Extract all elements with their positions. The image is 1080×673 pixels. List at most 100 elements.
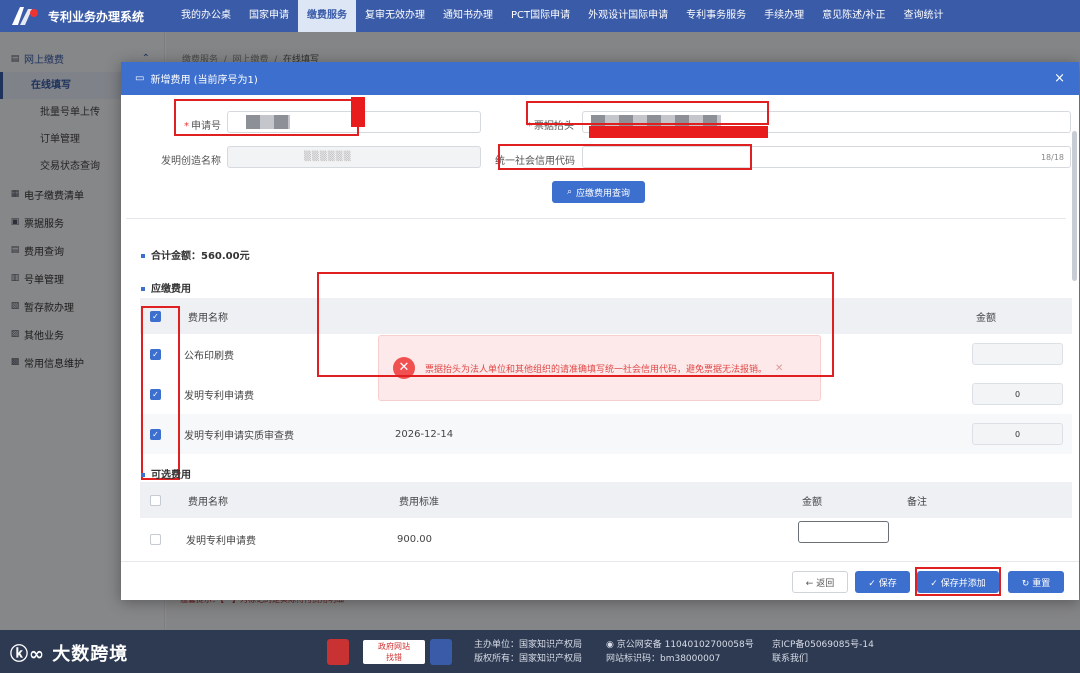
row-checkbox[interactable]: ✓	[150, 388, 161, 400]
bullet-icon	[141, 473, 145, 477]
app-title: 专利业务办理系统	[48, 9, 145, 24]
footer-contact-link[interactable]: 联系我们	[772, 652, 874, 666]
annotation-mark	[589, 126, 768, 138]
bullet-icon	[141, 254, 145, 258]
bullet-icon	[141, 287, 145, 291]
back-button[interactable]: ← 返回	[792, 571, 848, 593]
char-counter: 18/18	[1040, 152, 1064, 162]
fee-name: 发明专利申请实质审查费	[184, 430, 294, 442]
gov-site-badge[interactable]: 政府网站 找错	[363, 640, 425, 664]
invoice-title-label: * 票据抬头	[511, 117, 574, 132]
search-icon: ⌕	[566, 187, 573, 197]
table-row: ✓ 发明专利申请实质审查费 2026-12-14 0	[140, 414, 1072, 454]
nav-item[interactable]: 意见陈述/补正	[813, 0, 894, 32]
application-no-label: * 申请号	[161, 117, 221, 132]
table-header-row: ✓ 费用名称 金额	[140, 298, 1072, 334]
credit-code-label: 统一社会信用代码	[495, 156, 575, 167]
invention-name-input: ▒▒▒▒▒▒	[227, 146, 481, 168]
warning-toast: ✕ 票据抬头为法人单位和其他组织的请准确填写统一社会信用代码，避免票据无法报销。…	[378, 335, 821, 401]
footer: ⓚ∞ 大数跨境 政府网站 找错 主办单位：国家知识产权局 版权所有：国家知识产权局 …	[0, 630, 1080, 673]
required-fees-title: 应缴费用	[141, 280, 191, 295]
nav-item[interactable]: 缴费服务	[298, 0, 356, 32]
nav-item[interactable]: PCT国际申请	[502, 0, 579, 32]
fee-name: 发明专利申请费	[184, 390, 254, 402]
police-badge-icon: ◉	[606, 640, 614, 650]
credit-code-input[interactable]: 18/18	[582, 146, 1071, 168]
annotation-mark	[351, 97, 365, 127]
total-amount: 合计金额：560.00元	[141, 247, 250, 262]
watermark-text: 大数跨境	[52, 644, 129, 665]
fee-name: 发明专利申请费	[186, 535, 256, 547]
fee-due-date: 2026-12-14	[395, 428, 454, 440]
column-header-remark: 备注	[907, 496, 927, 508]
form-divider	[126, 218, 1066, 219]
application-no-label-text: 申请号	[191, 121, 221, 132]
footer-host-text: 主办单位：国家知识产权局	[474, 640, 583, 650]
fee-query-button[interactable]: ⌕ 应缴费用查询	[552, 181, 645, 203]
fee-standard: 900.00	[397, 533, 432, 545]
amount-input[interactable]: 0	[972, 423, 1063, 445]
save-and-add-button[interactable]: ✓ 保存并添加	[917, 571, 999, 593]
top-navigation-bar: 专利业务办理系统 我的办公桌 国家申请 缴费服务 复审无效办理 通知书办理 PCT国际申请…	[0, 0, 1080, 32]
total-amount-text: 合计金额：560.00元	[151, 251, 250, 262]
required-mark: *	[184, 121, 189, 132]
nav-item[interactable]: 手续办理	[755, 0, 813, 32]
nav-item[interactable]: 复审无效办理	[356, 0, 434, 32]
footer-police: ◉ 京公网安备 11040102700058号网站标识码：bm38000007	[606, 638, 754, 666]
footer-icp-text[interactable]: 京ICP备05069085号-14	[772, 638, 874, 652]
warning-message: 票据抬头为法人单位和其他组织的请准确填写统一社会信用代码，避免票据无法报销。	[425, 364, 768, 375]
nav-item[interactable]: 专利事务服务	[677, 0, 755, 32]
redacted-text	[246, 115, 290, 129]
footer-copyright: 版权所有：国家知识产权局	[474, 654, 583, 664]
gov-badge-subtext: 找错	[386, 653, 402, 662]
required-fees-title-text: 应缴费用	[151, 284, 191, 295]
select-all-checkbox[interactable]: ✓	[150, 310, 161, 322]
error-icon: ✕	[393, 357, 415, 379]
gov-badge-text: 政府网站	[378, 642, 410, 651]
table-row: 发明专利申请费 900.00	[140, 518, 1072, 560]
amount-input[interactable]	[972, 343, 1063, 365]
cnipa-logo-icon	[430, 639, 452, 665]
app-logo[interactable]: 专利业务办理系统	[0, 5, 172, 27]
row-checkbox[interactable]	[150, 533, 161, 545]
column-header-fee-name: 费用名称	[188, 496, 228, 508]
save-button[interactable]: ✓ 保存	[855, 571, 910, 593]
party-emblem-icon[interactable]	[327, 639, 349, 665]
modal-title: 新增费用 (当前序号为1)	[150, 75, 258, 86]
blurred-text: ▒▒▒▒▒▒	[304, 152, 352, 162]
footer-host: 主办单位：国家知识产权局 版权所有：国家知识产权局	[474, 638, 582, 666]
amount-value: 0	[1014, 429, 1021, 439]
column-header-amount: 金额	[802, 496, 822, 508]
footer-site-id: 网站标识码：bm38000007	[606, 654, 721, 664]
nav-item[interactable]: 国家申请	[240, 0, 298, 32]
nav-item[interactable]: 通知书办理	[434, 0, 502, 32]
modal-body: * 申请号 * 票据抬头 发明创造名称 ▒▒▒▒▒▒ 统一社会信用代码 18/18 …	[121, 95, 1079, 561]
scrollbar[interactable]	[1072, 131, 1077, 281]
watermark: ⓚ∞ 大数跨境	[10, 640, 128, 666]
watermark-logo-icon: ⓚ∞	[10, 644, 45, 665]
amount-input[interactable]	[798, 521, 889, 543]
amount-value: 0	[1014, 389, 1021, 399]
footer-police-text[interactable]: 京公网安备 11040102700058号	[617, 640, 754, 650]
nav-item[interactable]: 我的办公桌	[172, 0, 240, 32]
amount-input[interactable]: 0	[972, 383, 1063, 405]
column-header-fee-name: 费用名称	[188, 312, 228, 324]
modal-footer: ← 返回 ✓ 保存 ✓ 保存并添加 ↻ 重置	[121, 561, 1079, 600]
nav-item[interactable]: 外观设计国际申请	[579, 0, 677, 32]
modal-header: ▭ 新增费用 (当前序号为1) ×	[121, 62, 1079, 95]
optional-fees-title: 可选费用	[141, 466, 191, 481]
select-all-checkbox[interactable]	[150, 494, 161, 506]
nav-item[interactable]: 查询统计	[895, 0, 953, 32]
row-checkbox[interactable]: ✓	[150, 428, 161, 440]
column-header-standard: 费用标准	[399, 496, 439, 508]
invoice-title-label-text: 票据抬头	[534, 121, 574, 132]
fee-query-button-label: 应缴费用查询	[576, 188, 631, 199]
required-mark: *	[527, 121, 532, 132]
patent-logo-icon	[12, 7, 38, 25]
toast-close-icon[interactable]: ✕	[775, 363, 783, 374]
main-nav: 我的办公桌 国家申请 缴费服务 复审无效办理 通知书办理 PCT国际申请 外观设计国际申请专…	[172, 0, 953, 32]
reset-button[interactable]: ↻ 重置	[1008, 571, 1064, 593]
table-header-row: 费用名称 费用标准 金额 备注	[140, 482, 1072, 518]
row-checkbox[interactable]: ✓	[150, 348, 161, 360]
close-icon[interactable]: ×	[1054, 71, 1065, 86]
